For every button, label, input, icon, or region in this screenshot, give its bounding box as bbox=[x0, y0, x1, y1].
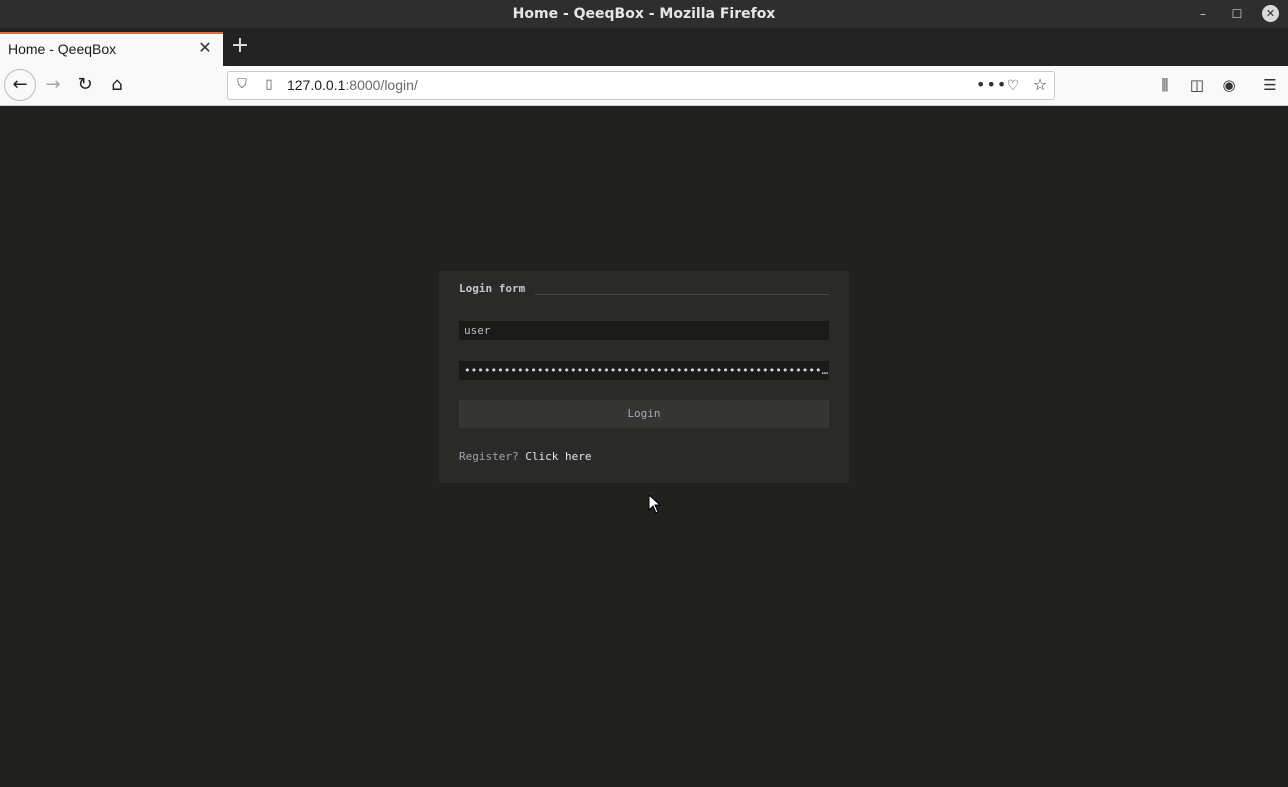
page-info-icon[interactable]: ▯ bbox=[261, 77, 277, 93]
hamburger-menu-icon[interactable]: ☰ bbox=[1260, 75, 1280, 95]
tab-close-icon[interactable]: ✕ bbox=[196, 39, 214, 57]
legend-divider bbox=[535, 294, 829, 295]
library-icon[interactable]: ⫼ bbox=[1155, 75, 1175, 95]
url-text[interactable]: 127.0.0.1:8000/login/ bbox=[287, 77, 418, 93]
login-button[interactable]: Login bbox=[459, 400, 829, 428]
password-field[interactable]: ••••••••••••••••••••••••••••••••••••••••… bbox=[459, 361, 829, 380]
back-arrow-icon[interactable]: ← bbox=[4, 69, 36, 101]
minimize-icon[interactable]: – bbox=[1194, 5, 1212, 23]
username-field[interactable] bbox=[459, 321, 829, 340]
sidebar-icon[interactable]: ◫ bbox=[1187, 75, 1207, 95]
tab-title: Home - QeeqBox bbox=[8, 41, 117, 57]
new-tab-icon[interactable]: + bbox=[230, 35, 250, 57]
url-bar[interactable]: ⛉ ▯ 127.0.0.1:8000/login/ ••• ♡ ☆ bbox=[227, 71, 1055, 100]
account-icon[interactable]: ◉ bbox=[1219, 75, 1239, 95]
mouse-cursor-icon bbox=[648, 494, 662, 514]
url-path: :8000/login/ bbox=[345, 77, 418, 93]
maximize-icon[interactable]: ☐ bbox=[1228, 5, 1246, 23]
page-content: Login form •••••••••••••••••••••••••••••… bbox=[0, 106, 1288, 787]
login-form: Login form •••••••••••••••••••••••••••••… bbox=[439, 271, 849, 483]
url-host: 127.0.0.1 bbox=[287, 77, 346, 93]
navigation-bar: ← → ↻ ⌂ ⛉ ▯ 127.0.0.1:8000/login/ ••• ♡ … bbox=[0, 66, 1288, 106]
register-label: Register? bbox=[459, 450, 519, 463]
window-titlebar: Home - QeeqBox - Mozilla Firefox – ☐ ✕ bbox=[0, 0, 1288, 28]
pocket-icon[interactable]: ♡ bbox=[1004, 77, 1022, 95]
tab-strip: Home - QeeqBox ✕ + bbox=[0, 28, 1288, 66]
login-form-legend: Login form bbox=[459, 282, 526, 295]
register-prompt: Register? Click here bbox=[459, 450, 591, 463]
register-link[interactable]: Click here bbox=[525, 450, 591, 463]
reload-icon[interactable]: ↻ bbox=[70, 70, 100, 100]
close-icon[interactable]: ✕ bbox=[1262, 5, 1279, 22]
home-icon[interactable]: ⌂ bbox=[102, 70, 132, 100]
window-title: Home - QeeqBox - Mozilla Firefox bbox=[512, 6, 776, 22]
forward-arrow-icon[interactable]: → bbox=[38, 70, 68, 100]
shield-icon[interactable]: ⛉ bbox=[234, 77, 250, 93]
tab-home-qeeqbox[interactable]: Home - QeeqBox ✕ bbox=[0, 32, 223, 66]
page-actions-icon[interactable]: ••• bbox=[976, 75, 1007, 94]
bookmark-star-icon[interactable]: ☆ bbox=[1031, 76, 1049, 94]
